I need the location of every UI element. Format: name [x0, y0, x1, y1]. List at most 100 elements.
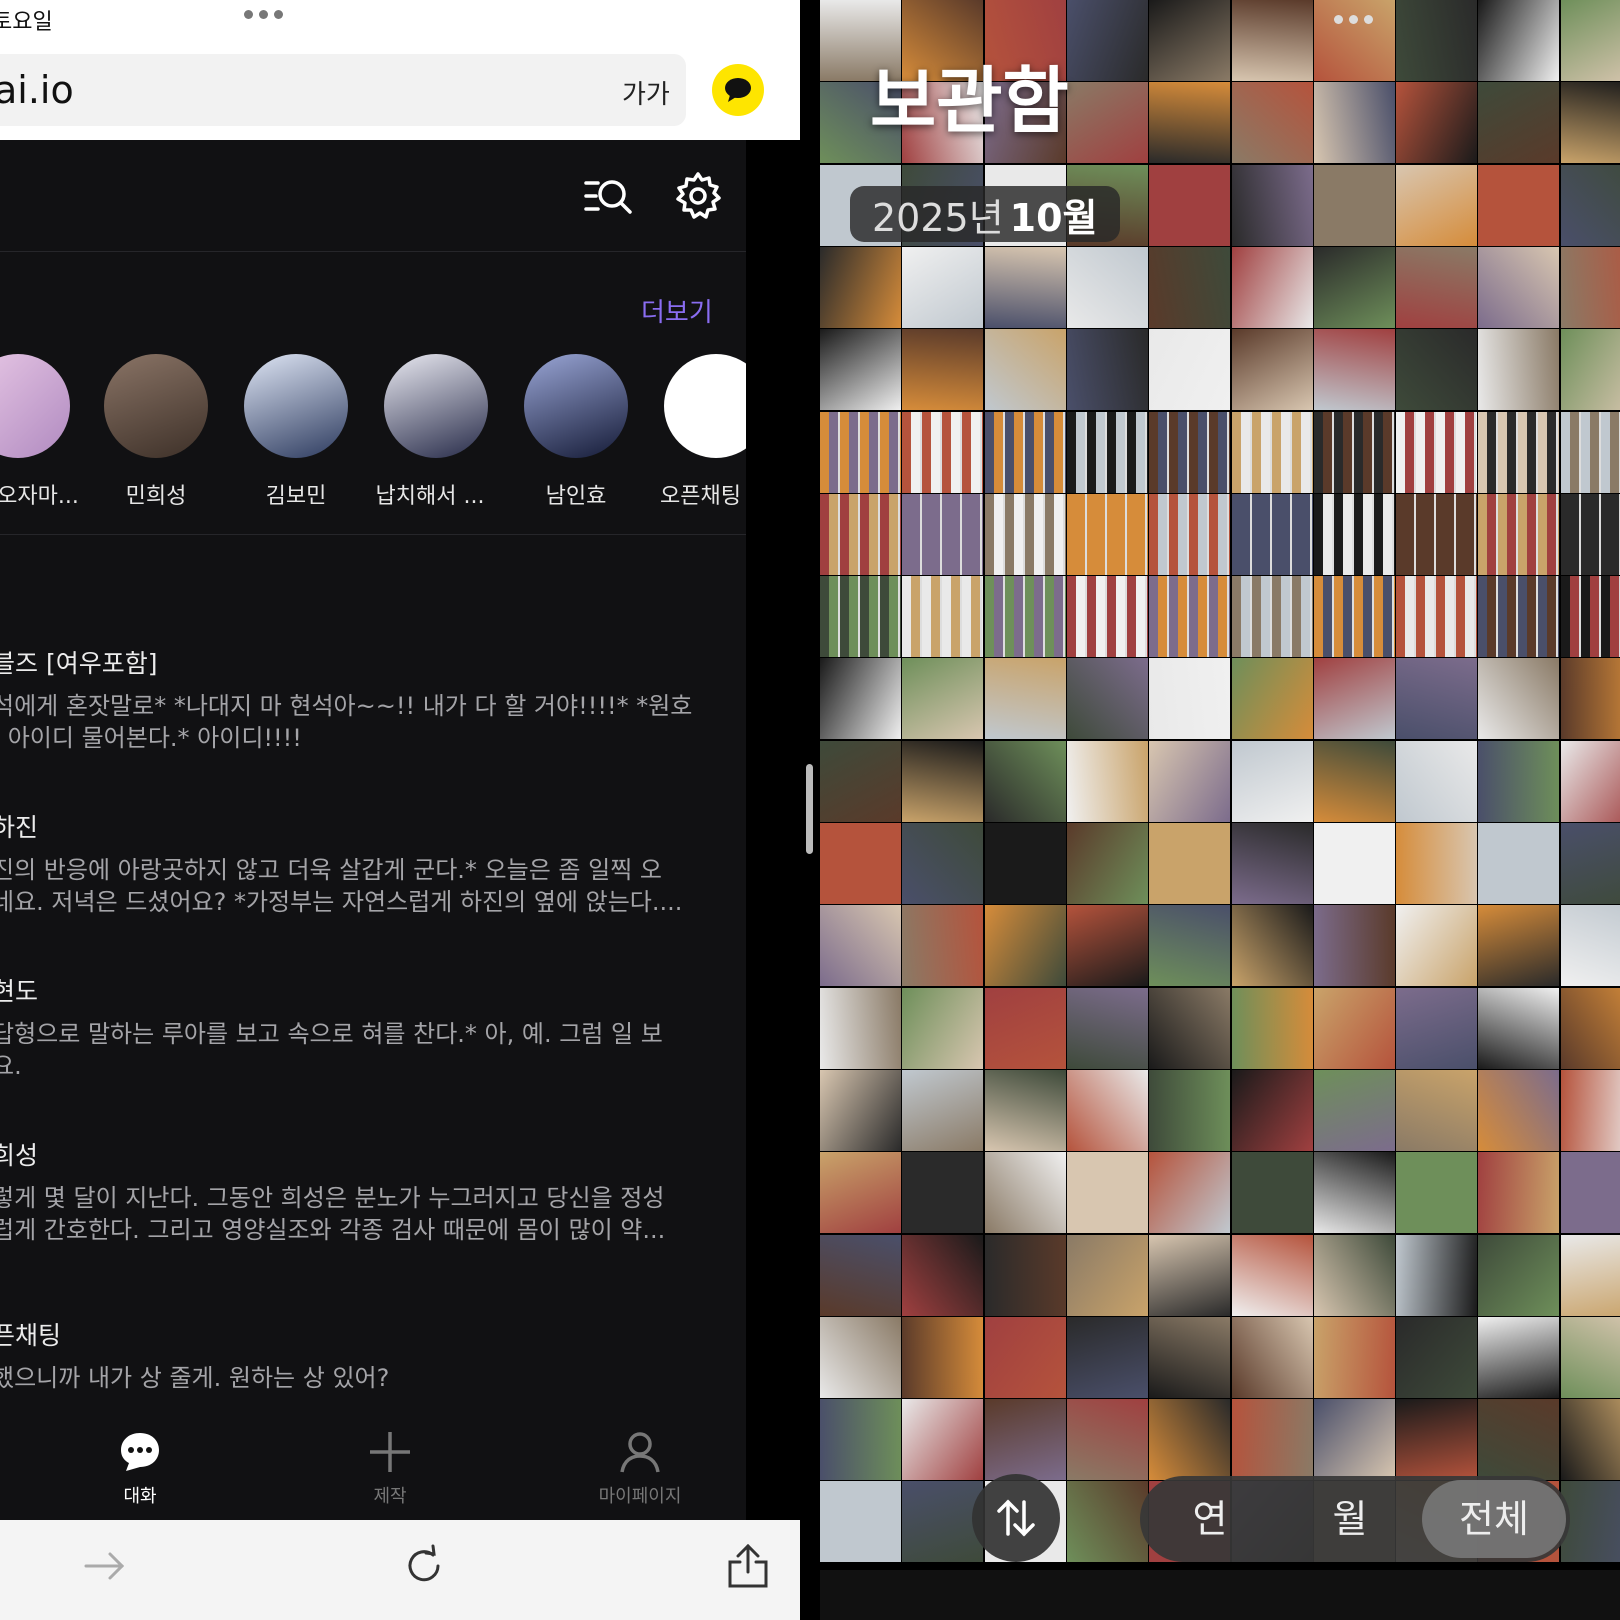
photo-thumbnail[interactable]	[1231, 740, 1313, 822]
forward-arrow-icon[interactable]	[82, 1544, 126, 1592]
photo-thumbnail[interactable]	[1149, 658, 1231, 740]
photo-thumbnail[interactable]	[1066, 246, 1148, 328]
photo-thumbnail[interactable]	[1149, 1234, 1231, 1316]
photo-thumbnail[interactable]	[1313, 1399, 1395, 1481]
photo-thumbnail[interactable]	[1313, 1069, 1395, 1151]
photo-thumbnail[interactable]	[902, 1152, 984, 1234]
photo-thumbnail[interactable]	[1149, 411, 1231, 493]
avatar[interactable]	[104, 354, 208, 458]
search-list-icon[interactable]	[582, 170, 634, 222]
photo-thumbnail[interactable]	[1313, 1316, 1395, 1398]
photo-thumbnail[interactable]	[1149, 1399, 1231, 1481]
photo-thumbnail[interactable]	[820, 658, 901, 740]
photo-thumbnail[interactable]	[1313, 1234, 1395, 1316]
photo-thumbnail[interactable]	[902, 1069, 984, 1151]
photo-thumbnail[interactable]	[1478, 905, 1560, 987]
photo-thumbnail[interactable]	[1560, 246, 1620, 328]
photo-thumbnail[interactable]	[1478, 823, 1560, 904]
tab-chat[interactable]: 대화	[70, 1430, 210, 1508]
photo-thumbnail[interactable]	[1560, 1069, 1620, 1151]
photo-thumbnail[interactable]	[820, 823, 901, 904]
photo-thumbnail[interactable]	[1396, 1069, 1478, 1151]
chat-list-item[interactable]: 현도 답형으로 말하는 루아를 보고 속으로 혀를 찬다.* 아, 예. 그럼 …	[0, 972, 712, 1082]
photo-thumbnail[interactable]	[820, 493, 901, 575]
photo-thumbnail[interactable]	[1066, 740, 1148, 822]
settings-gear-icon[interactable]	[672, 170, 724, 222]
photo-thumbnail[interactable]	[1231, 329, 1313, 411]
photo-thumbnail[interactable]	[1066, 987, 1148, 1069]
photo-thumbnail[interactable]	[1231, 0, 1313, 81]
photo-thumbnail[interactable]	[1396, 823, 1478, 904]
photo-thumbnail[interactable]	[1231, 1152, 1313, 1234]
multitask-dots-icon[interactable]	[1334, 15, 1373, 24]
photo-thumbnail[interactable]	[1313, 493, 1395, 575]
photo-thumbnail[interactable]	[1478, 1316, 1560, 1398]
photo-thumbnail[interactable]	[1066, 1234, 1148, 1316]
photo-thumbnail[interactable]	[902, 329, 984, 411]
photo-thumbnail[interactable]	[1560, 1152, 1620, 1234]
photo-thumbnail[interactable]	[1231, 411, 1313, 493]
photo-thumbnail[interactable]	[1396, 82, 1478, 164]
chat-list-item[interactable]: 픈채팅 했으니까 내가 상 줄게. 원하는 상 있어?	[0, 1316, 712, 1394]
address-bar[interactable]: ai.io 가가	[0, 54, 686, 126]
photo-thumbnail[interactable]	[1066, 1399, 1148, 1481]
sort-button[interactable]	[972, 1474, 1060, 1562]
photo-thumbnail[interactable]	[1231, 905, 1313, 987]
photo-thumbnail[interactable]	[1149, 576, 1231, 658]
photo-thumbnail[interactable]	[1066, 576, 1148, 658]
photo-thumbnail[interactable]	[1396, 164, 1478, 246]
segment-all[interactable]: 전체	[1422, 1480, 1566, 1558]
photo-thumbnail[interactable]	[902, 1316, 984, 1398]
photo-thumbnail[interactable]	[820, 411, 901, 493]
photo-thumbnail[interactable]	[1478, 411, 1560, 493]
avatar[interactable]	[0, 354, 70, 458]
chat-list-item[interactable]: 희성 렇게 몇 달이 지난다. 그동안 희성은 분노가 누그러지고 당신을 정성…	[0, 1136, 712, 1246]
photo-thumbnail[interactable]	[820, 740, 901, 822]
photo-thumbnail[interactable]	[1231, 1399, 1313, 1481]
photo-thumbnail[interactable]	[902, 658, 984, 740]
photo-thumbnail[interactable]	[984, 740, 1066, 822]
photo-thumbnail[interactable]	[1396, 576, 1478, 658]
photo-thumbnail[interactable]	[1231, 658, 1313, 740]
photo-thumbnail[interactable]	[1313, 576, 1395, 658]
chat-list-item[interactable]: 하진 진의 반응에 아랑곳하지 않고 더욱 살갑게 군다.* 오늘은 좀 일찍 …	[0, 808, 712, 918]
photo-thumbnail[interactable]	[1478, 82, 1560, 164]
photo-thumbnail[interactable]	[902, 740, 984, 822]
photo-thumbnail[interactable]	[1066, 658, 1148, 740]
photo-thumbnail[interactable]	[1396, 987, 1478, 1069]
photo-thumbnail[interactable]	[984, 658, 1066, 740]
photo-thumbnail[interactable]	[1560, 493, 1620, 575]
photo-thumbnail[interactable]	[902, 411, 984, 493]
photo-thumbnail[interactable]	[984, 823, 1066, 904]
photo-thumbnail[interactable]	[1478, 164, 1560, 246]
segment-month[interactable]: 월	[1280, 1476, 1420, 1562]
photo-thumbnail[interactable]	[1231, 246, 1313, 328]
reload-icon[interactable]	[402, 1544, 446, 1592]
photo-thumbnail[interactable]	[1478, 1234, 1560, 1316]
photo-thumbnail[interactable]	[1560, 329, 1620, 411]
photo-thumbnail[interactable]	[1149, 246, 1231, 328]
chat-list-item[interactable]: 블즈 [여우포함] 석에게 혼잣말로* *나대지 마 현석아~~!! 내가 다 …	[0, 644, 712, 754]
photo-thumbnail[interactable]	[1396, 1316, 1478, 1398]
photo-thumbnail[interactable]	[984, 1152, 1066, 1234]
photo-thumbnail[interactable]	[902, 1481, 984, 1563]
photo-thumbnail[interactable]	[1313, 411, 1395, 493]
photo-thumbnail[interactable]	[1396, 1234, 1478, 1316]
photo-thumbnail[interactable]	[1396, 740, 1478, 822]
photo-thumbnail[interactable]	[984, 905, 1066, 987]
photo-thumbnail[interactable]	[1560, 987, 1620, 1069]
photo-thumbnail[interactable]	[1149, 987, 1231, 1069]
photo-thumbnail[interactable]	[820, 987, 901, 1069]
photo-thumbnail[interactable]	[1560, 82, 1620, 164]
photo-thumbnail[interactable]	[1478, 1152, 1560, 1234]
photo-thumbnail[interactable]	[1478, 329, 1560, 411]
photo-thumbnail[interactable]	[1149, 823, 1231, 904]
photo-thumbnail[interactable]	[1149, 1152, 1231, 1234]
photo-thumbnail[interactable]	[984, 1069, 1066, 1151]
photo-thumbnail[interactable]	[1231, 493, 1313, 575]
photo-thumbnail[interactable]	[902, 1399, 984, 1481]
share-icon[interactable]	[726, 1543, 770, 1592]
photo-thumbnail[interactable]	[1478, 576, 1560, 658]
photo-thumbnail[interactable]	[1149, 740, 1231, 822]
photo-thumbnail[interactable]	[820, 1069, 901, 1151]
